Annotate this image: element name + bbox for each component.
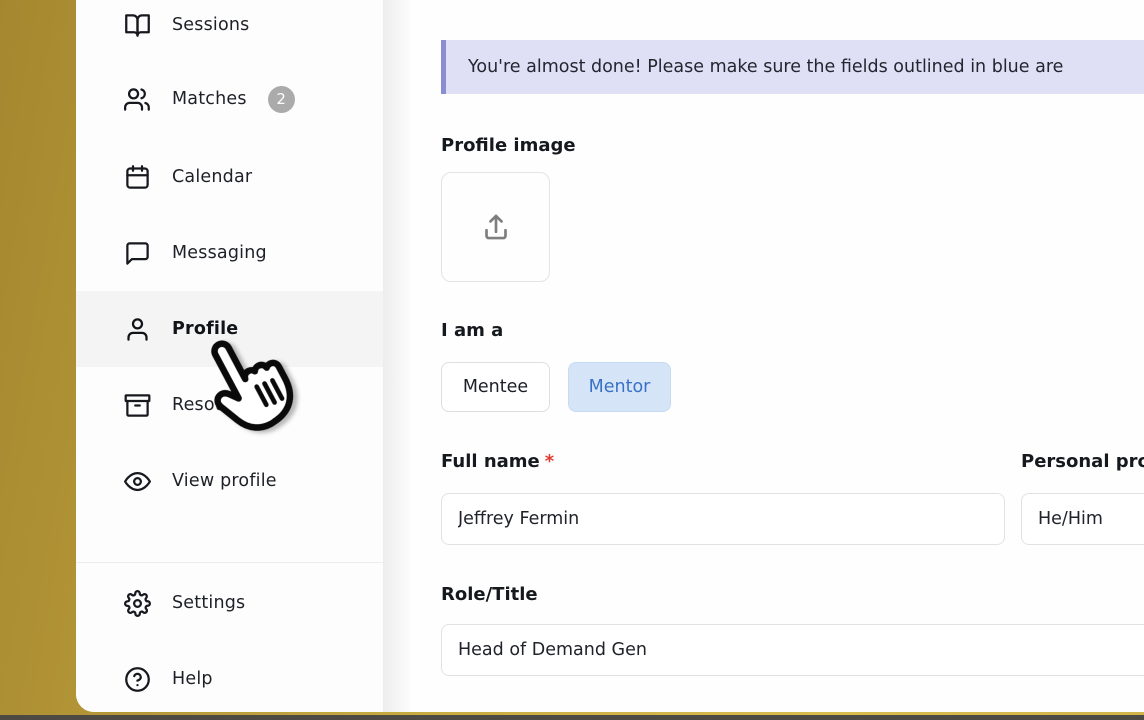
sidebar-item-sessions[interactable]: Sessions	[76, 0, 383, 63]
sidebar-item-matches[interactable]: Matches 2	[76, 61, 383, 137]
role-title-label: Role/Title	[441, 584, 538, 605]
calendar-icon	[124, 164, 151, 191]
sidebar-item-label: Resources	[172, 395, 263, 415]
archive-box-icon	[124, 392, 151, 419]
sidebar-item-view-profile[interactable]: View profile	[76, 443, 383, 519]
chat-bubble-icon	[124, 240, 151, 267]
sidebar-item-label: Matches	[172, 89, 247, 109]
profile-image-label: Profile image	[441, 135, 576, 156]
i-am-a-label: I am a	[441, 320, 503, 341]
full-name-label-text: Full name	[441, 451, 540, 472]
user-icon	[124, 316, 151, 343]
sidebar-item-label: Profile	[172, 319, 238, 339]
sidebar-item-resources[interactable]: Resources	[76, 367, 383, 443]
pronouns-label: Personal pronouns	[1021, 451, 1144, 472]
sidebar-item-label: Help	[172, 669, 213, 689]
sidebar-item-label: Settings	[172, 593, 245, 613]
sidebar-item-label: View profile	[172, 471, 277, 491]
full-name-input[interactable]	[441, 493, 1005, 545]
sidebar-item-help[interactable]: Help	[76, 641, 383, 712]
sidebar-item-label: Calendar	[172, 167, 252, 187]
screen-background: Sessions Matches 2 Calendar Messaging Pr…	[0, 0, 1144, 720]
gear-icon	[124, 590, 151, 617]
alert-text: You're almost done! Please make sure the…	[446, 57, 1063, 77]
sidebar-item-calendar[interactable]: Calendar	[76, 139, 383, 215]
users-icon	[124, 86, 151, 113]
upload-icon	[477, 208, 515, 246]
profile-image-upload[interactable]	[441, 172, 550, 282]
sidebar-item-label: Messaging	[172, 243, 267, 263]
completion-alert-banner: You're almost done! Please make sure the…	[441, 40, 1144, 94]
pronouns-input[interactable]	[1021, 493, 1144, 545]
sidebar: Sessions Matches 2 Calendar Messaging Pr…	[76, 0, 383, 712]
sidebar-item-messaging[interactable]: Messaging	[76, 215, 383, 291]
question-circle-icon	[124, 666, 151, 693]
book-open-icon	[124, 12, 151, 39]
bottom-frame-edge	[0, 715, 1144, 720]
eye-icon	[124, 468, 151, 495]
mentor-button[interactable]: Mentor	[568, 362, 671, 412]
matches-count-badge: 2	[268, 86, 295, 113]
sidebar-divider	[76, 562, 383, 563]
panel-divider-gap	[383, 0, 412, 712]
required-asterisk: *	[545, 451, 554, 472]
mentee-button[interactable]: Mentee	[441, 362, 550, 412]
sidebar-item-profile[interactable]: Profile	[76, 291, 383, 367]
role-title-input[interactable]	[441, 624, 1144, 676]
profile-form-panel: You're almost done! Please make sure the…	[412, 0, 1144, 712]
sidebar-item-settings[interactable]: Settings	[76, 565, 383, 641]
app-window: Sessions Matches 2 Calendar Messaging Pr…	[76, 0, 1144, 712]
full-name-label: Full name*	[441, 451, 554, 472]
sidebar-item-label: Sessions	[172, 15, 250, 35]
